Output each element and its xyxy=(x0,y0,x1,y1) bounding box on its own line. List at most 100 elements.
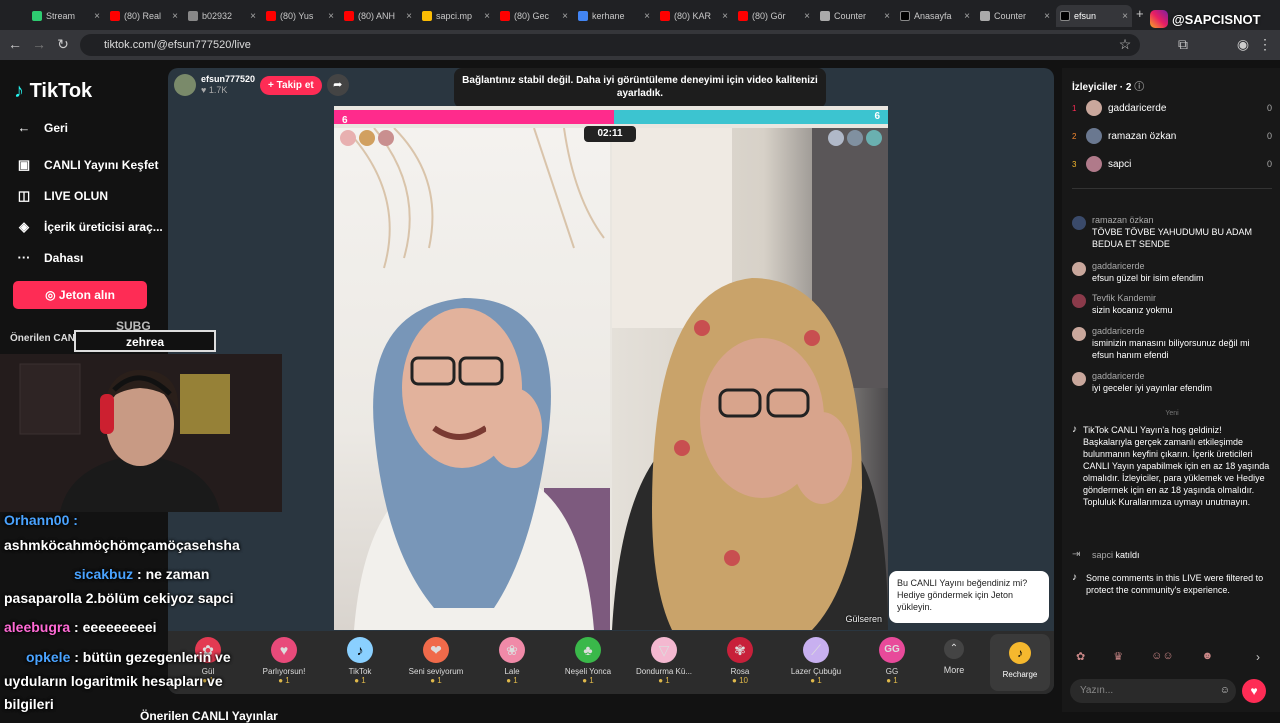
extensions-icon[interactable]: ⧉ xyxy=(1174,36,1192,53)
join-icon: ⇥ xyxy=(1072,549,1081,560)
url-input[interactable]: tiktok.com/@efsun777520/live xyxy=(80,34,1140,56)
overlay-chat-line: uyduların logaritmik hesapları ve xyxy=(4,673,223,689)
host-avatar[interactable] xyxy=(174,74,196,96)
browser-tab[interactable]: (80) Gör × xyxy=(734,5,814,27)
gift-rosa[interactable]: ✾ Rosa ● 10 xyxy=(700,637,780,685)
emoji-icon[interactable]: ☺ xyxy=(1220,679,1230,703)
recharge-tooltip: Bu CANLI Yayını beğendiniz mi? Hediye gö… xyxy=(889,571,1049,623)
clover-icon: ♣ xyxy=(575,637,601,663)
chat-input[interactable]: Yazın... ☺ xyxy=(1070,679,1236,703)
browser-tab[interactable]: b02932 × xyxy=(184,5,260,27)
browser-tab-active[interactable]: efsun × xyxy=(1056,5,1132,27)
stream-overlay-chat: Orhann00 : ashmköcahmöçhömçamöçasehsha s… xyxy=(0,510,300,720)
viewer-row[interactable]: 2 ramazan özkan 0 xyxy=(1072,128,1272,144)
browser-tab[interactable]: (80) KAR × xyxy=(656,5,732,27)
sidebar-item-back[interactable]: ← Geri xyxy=(16,120,69,135)
arrow-left-icon: ← xyxy=(17,120,31,135)
browser-tab[interactable]: Counter × xyxy=(816,5,894,27)
like-heart-icon[interactable]: ♥ xyxy=(1242,679,1266,703)
chat-message[interactable]: gaddaricerde isminizin manasını biliyorsu… xyxy=(1072,325,1272,361)
viewers-heading: İzleyiciler · 2 ⓘ xyxy=(1072,82,1145,93)
gift-seni-seviyorum[interactable]: ❤ Seni seviyorum ● 1 xyxy=(396,637,476,685)
gift-dondurma[interactable]: ▽ Dondurma Kü... ● 1 xyxy=(624,637,704,685)
gift-tiktok[interactable]: ♪ TikTok ● 1 xyxy=(320,637,400,685)
browser-tab[interactable]: sapci.mp × xyxy=(418,5,494,27)
gift-lazer-cubugu[interactable]: ⟋ Lazer Çubuğu ● 1 xyxy=(776,637,856,685)
host-likes: 1.7K xyxy=(208,85,228,95)
chevron-up-icon: ⌃ xyxy=(944,639,964,659)
chat-message[interactable]: gaddaricerde efsun güzel bir isim efendim xyxy=(1072,260,1272,284)
join-message: ⇥ sapci katıldı xyxy=(1072,549,1140,560)
left-score-bar: 6 xyxy=(334,110,614,126)
gg-icon: GG xyxy=(879,637,905,663)
tiktok-logo[interactable]: ♪ TikTok xyxy=(14,80,92,103)
more-gifts-button[interactable]: ⌃ More xyxy=(914,639,994,675)
coin-icon: ♪ xyxy=(1009,642,1031,664)
sidebar-item-creator-tools[interactable]: ◈ İçerik üreticisi araç... xyxy=(16,219,163,235)
right-score: 6 xyxy=(874,111,880,122)
live-icon: ▣ xyxy=(17,157,31,172)
get-coins-button[interactable]: ◎ Jeton alın xyxy=(13,281,147,309)
quick-reactions[interactable]: ✿ ♛ ☺☺ ☻ xyxy=(1076,650,1213,663)
chevron-right-icon[interactable]: › xyxy=(1256,650,1260,664)
browser-tab[interactable]: (80) Gec × xyxy=(496,5,572,27)
browser-tab[interactable]: (80) Real × xyxy=(106,5,182,27)
browser-tab[interactable]: Stream × xyxy=(28,5,104,27)
overlay-chat-line: opkele : bütün gezegenlerin ve xyxy=(26,649,231,665)
sub-badge: SUBG zehrea xyxy=(74,319,216,352)
browser-tab[interactable]: Counter × xyxy=(976,5,1054,27)
browser-tab[interactable]: Anasayfa × xyxy=(896,5,974,27)
share-icon[interactable]: ➦ xyxy=(326,74,349,96)
reload-icon[interactable]: ↻ xyxy=(54,36,72,53)
left-top-gifters[interactable] xyxy=(340,130,394,146)
host-info: efsun777520 ♥ 1.7K + Takip et ➦ xyxy=(174,74,349,96)
right-participant-illustration xyxy=(612,128,888,630)
right-participant-name: Gülseren xyxy=(845,614,882,624)
right-top-gifters[interactable] xyxy=(828,130,882,146)
menu-icon[interactable]: ⋮ xyxy=(1256,36,1274,53)
browser-tab[interactable]: (80) Yus × xyxy=(262,5,338,27)
sidebar-item-more[interactable]: ··· Dahası xyxy=(16,250,84,265)
viewer-row[interactable]: 1 gaddaricerde 0 xyxy=(1072,100,1272,116)
info-icon[interactable]: ⓘ xyxy=(1134,82,1144,93)
recharge-button[interactable]: ♪ Recharge xyxy=(990,634,1050,691)
tiktok-note-icon: ♪ xyxy=(347,637,373,663)
gift-lale[interactable]: ❀ Lale ● 1 xyxy=(472,637,552,685)
browser-tab[interactable]: (80) ANH × xyxy=(340,5,416,27)
overlay-chat-line: pasaparolla 2.bölüm cekiyoz sapci xyxy=(4,590,234,606)
browser-tab[interactable]: kerhane × xyxy=(574,5,654,27)
welcome-message: ♪ TikTok CANLI Yayın'a hoş geldiniz! Başk… xyxy=(1072,424,1270,507)
forward-icon[interactable]: → xyxy=(30,36,48,52)
overlay-chat-line: bilgileri xyxy=(4,696,54,712)
host-name[interactable]: efsun777520 xyxy=(201,74,255,84)
tiktok-note-icon: ♪ xyxy=(1072,424,1077,435)
more-dots-icon: ··· xyxy=(17,250,31,265)
chat-message[interactable]: Tevfik Kandemir sizin kocanız yokmu xyxy=(1072,292,1272,316)
divider xyxy=(1072,188,1272,189)
viewer-row[interactable]: 3 sapci 0 xyxy=(1072,156,1272,172)
gift-neseli-yonca[interactable]: ♣ Neşeli Yonca ● 1 xyxy=(548,637,628,685)
follow-button[interactable]: + Takip et xyxy=(260,75,322,95)
battle-timer: 02:11 xyxy=(584,126,636,142)
new-tab-button[interactable]: + xyxy=(1136,6,1144,21)
avatar xyxy=(1072,372,1086,386)
overlay-chat-line: ashmköcahmöçhömçamöçasehsha xyxy=(4,537,240,553)
avatar xyxy=(1072,262,1086,276)
chat-message[interactable]: gaddaricerde iyi geceler iyi yayınlar efe… xyxy=(1072,370,1272,394)
right-participant-video: Gülseren xyxy=(612,128,888,630)
coin-icon: ◎ xyxy=(45,288,59,302)
profile-icon[interactable]: ◉ xyxy=(1234,36,1252,53)
right-score-bar: 6 xyxy=(614,110,888,124)
chat-message[interactable]: ramazan özkan TÖVBE TÖVBE YAHUDUMU BU ADA… xyxy=(1072,214,1272,250)
instagram-icon xyxy=(1150,10,1168,28)
back-icon[interactable]: ← xyxy=(6,36,24,52)
sidebar-item-go-live[interactable]: ◫ LIVE OLUN xyxy=(16,188,108,204)
gift-bar: ✿ Gül ● 1 ♥ Parlıyorsun! ● 1 ♪ TikTok ● 1 ❤ Sen… xyxy=(168,631,1054,694)
bookmark-icon[interactable]: ☆ xyxy=(1116,36,1134,53)
avatar xyxy=(1072,327,1086,341)
filtered-notice: ♪ Some comments in this LIVE were filtere… xyxy=(1072,572,1264,595)
avatar xyxy=(1072,216,1086,230)
sidebar-item-explore-live[interactable]: ▣ CANLI Yayını Keşfet xyxy=(16,157,159,173)
avatar xyxy=(1086,128,1102,144)
battle-video[interactable]: Gülseren 6 6 02:11 xyxy=(334,106,888,630)
